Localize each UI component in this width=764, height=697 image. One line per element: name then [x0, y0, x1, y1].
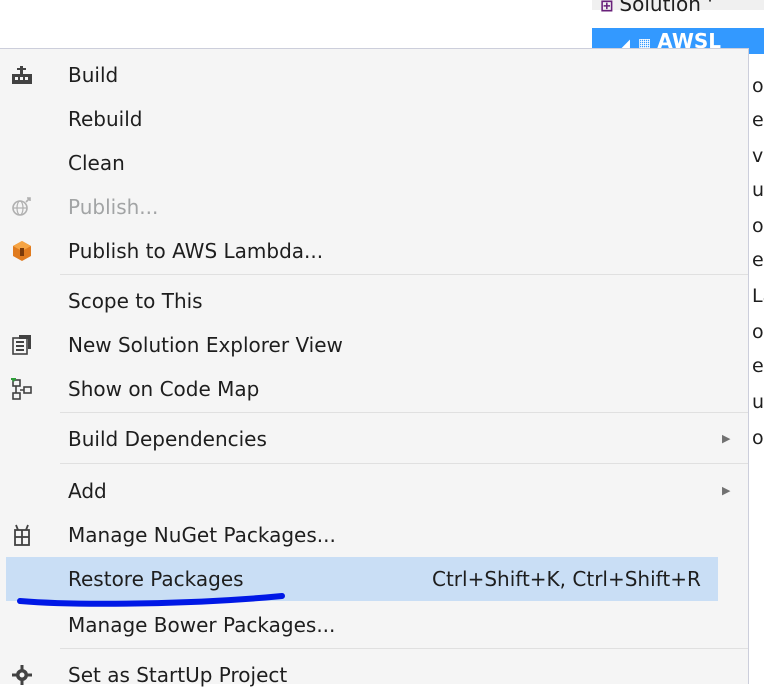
- menu-item-rebuild[interactable]: Rebuild: [0, 97, 748, 141]
- menu-separator: [60, 274, 748, 275]
- aws-lambda-icon: [10, 239, 34, 263]
- menu-item-manage-bower-packages[interactable]: Manage Bower Packages...: [0, 603, 748, 647]
- tree-item-fragment: ef: [752, 356, 764, 376]
- menu-item-publish: Publish...: [0, 185, 748, 229]
- menu-separator: [60, 412, 748, 413]
- menu-item-label: Rebuild: [68, 107, 143, 131]
- menu-item-label: Set as StartUp Project: [68, 663, 288, 687]
- menu-item-label: Publish...: [68, 195, 159, 219]
- publish-icon: [10, 195, 34, 219]
- gear-icon: [10, 663, 34, 687]
- menu-item-label: Manage Bower Packages...: [68, 613, 336, 637]
- menu-item-label: Build: [68, 63, 119, 87]
- menu-item-label: Add: [68, 479, 107, 503]
- menu-item-label: Scope to This: [68, 289, 203, 313]
- menu-item-new-solution-explorer-view[interactable]: New Solution Explorer View: [0, 323, 748, 367]
- context-menu: Build Rebuild Clean Publish... Publish t…: [0, 48, 749, 687]
- submenu-arrow-icon: ▶: [722, 432, 731, 445]
- menu-item-build[interactable]: Build: [0, 53, 748, 97]
- menu-separator: [60, 463, 748, 464]
- menu-item-label: Show on Code Map: [68, 377, 260, 401]
- tree-item-fragment: o: [752, 76, 764, 96]
- menu-item-scope-to-this[interactable]: Scope to This: [0, 279, 748, 323]
- nuget-icon: [10, 523, 34, 547]
- menu-separator: [60, 648, 748, 649]
- solution-label: Solution ': [619, 0, 713, 16]
- menu-item-add[interactable]: Add ▶: [0, 469, 748, 513]
- menu-item-build-dependencies[interactable]: Build Dependencies ▶: [0, 417, 748, 461]
- solution-node[interactable]: ⊞ Solution ': [600, 0, 764, 18]
- tree-item-fragment: ef: [752, 110, 764, 130]
- tree-item-fragment: La: [752, 286, 764, 306]
- tree-item-fragment: u: [752, 180, 764, 200]
- menu-item-label: Restore Packages: [68, 567, 244, 591]
- tree-item-fragment: o: [752, 216, 764, 236]
- tree-item-fragment: v: [752, 146, 764, 166]
- menu-item-shortcut: Ctrl+Shift+K, Ctrl+Shift+R: [432, 567, 701, 591]
- menu-item-label: Publish to AWS Lambda...: [68, 239, 324, 263]
- new-view-icon: [10, 333, 34, 357]
- menu-item-label: Build Dependencies: [68, 427, 267, 451]
- tree-item-fragment: ea: [752, 250, 764, 270]
- menu-item-show-on-code-map[interactable]: Show on Code Map: [0, 367, 748, 411]
- menu-item-clean[interactable]: Clean: [0, 141, 748, 185]
- menu-item-label: New Solution Explorer View: [68, 333, 343, 357]
- tree-item-fragment: o: [752, 322, 764, 342]
- tree-item-fragment: u: [752, 392, 764, 412]
- menu-item-restore-packages[interactable]: Restore Packages Ctrl+Shift+K, Ctrl+Shif…: [6, 557, 718, 601]
- menu-item-publish-aws-lambda[interactable]: Publish to AWS Lambda...: [0, 229, 748, 273]
- menu-item-label: Clean: [68, 151, 125, 175]
- code-map-icon: [10, 377, 34, 401]
- tree-item-fragment: o: [752, 428, 764, 448]
- solution-icon: ⊞: [600, 0, 614, 15]
- build-icon: [10, 63, 34, 87]
- menu-item-set-as-startup-project[interactable]: Set as StartUp Project: [0, 653, 748, 697]
- menu-item-manage-nuget-packages[interactable]: Manage NuGet Packages...: [0, 513, 748, 557]
- menu-item-label: Manage NuGet Packages...: [68, 523, 336, 547]
- submenu-arrow-icon: ▶: [722, 484, 731, 497]
